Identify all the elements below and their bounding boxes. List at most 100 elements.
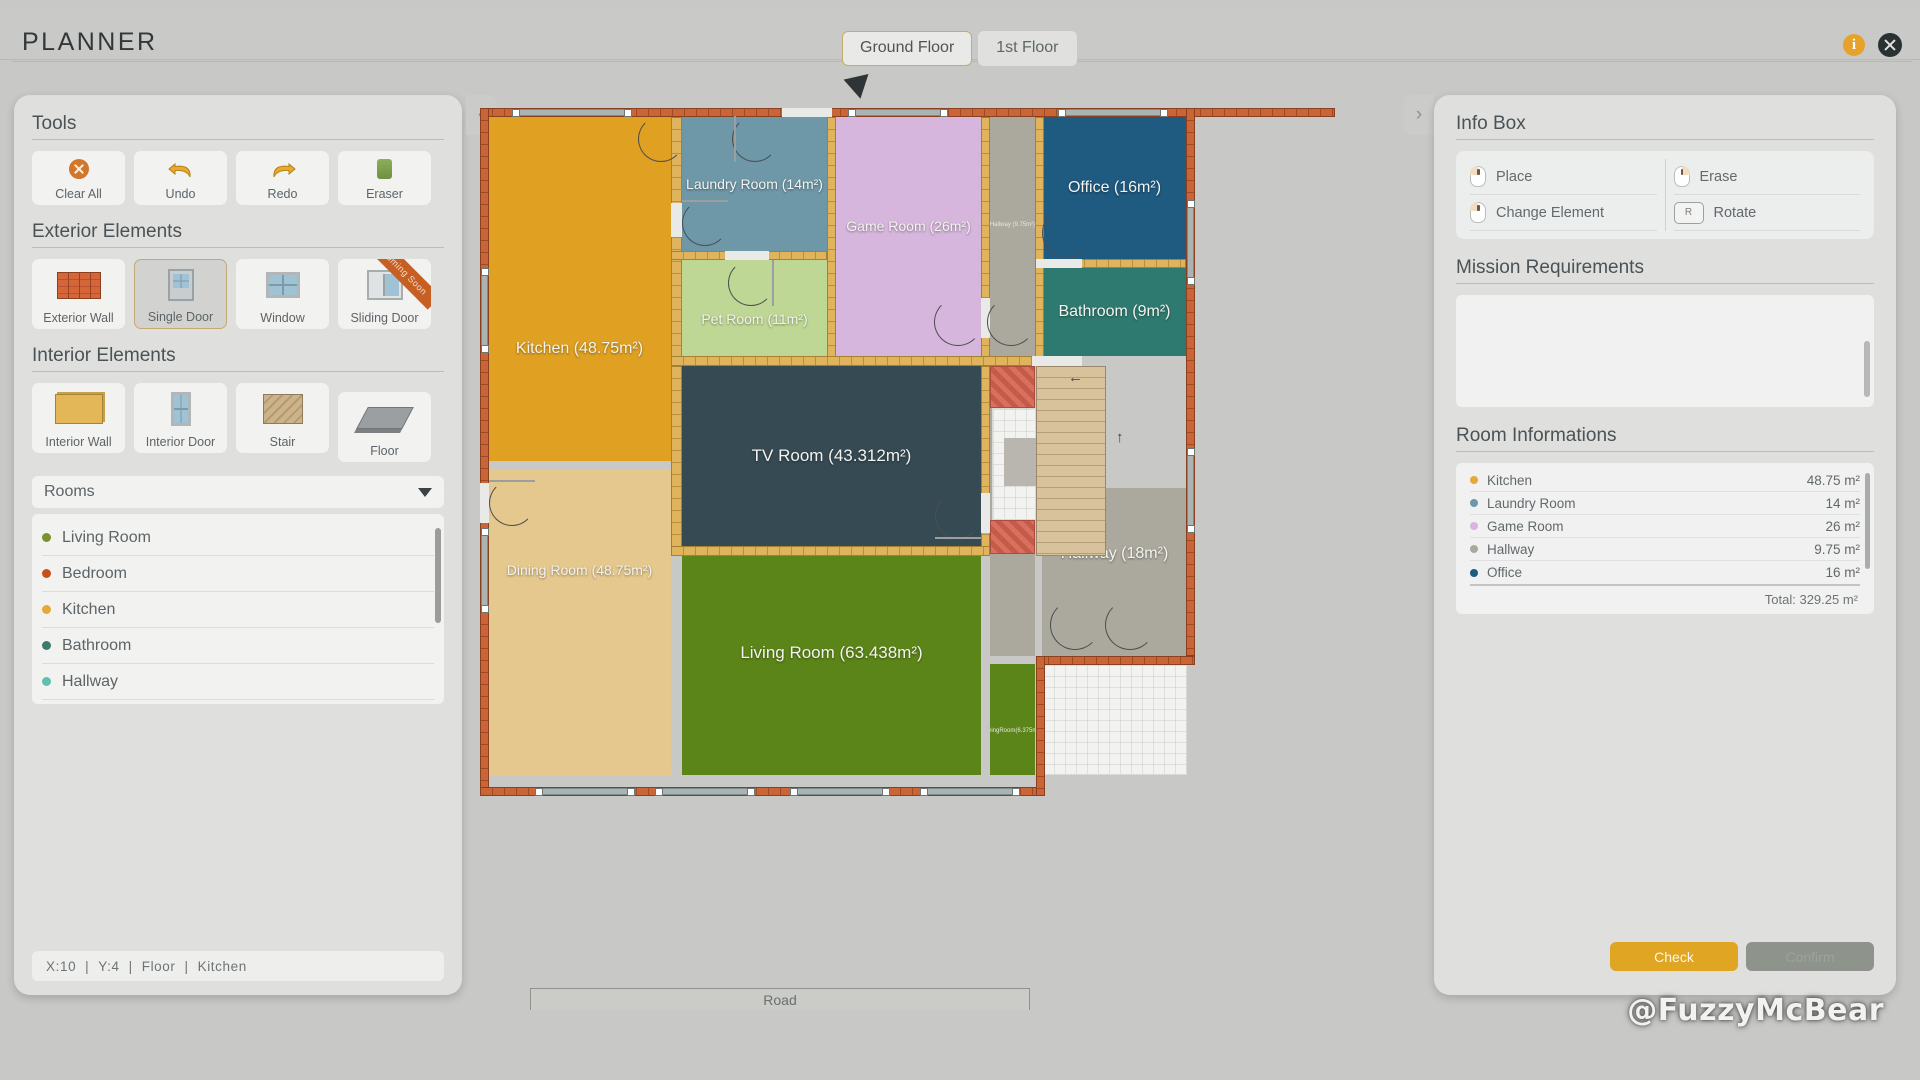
door-leaf-4	[935, 537, 981, 539]
floor-plan[interactable]: Kitchen (48.75m²) Laundry Room (14m²) Pe…	[480, 108, 1335, 796]
table-row: Kitchen 48.75 m²	[1470, 469, 1860, 492]
room-bathroom[interactable]: Bathroom (9m²)	[1042, 268, 1187, 356]
room-label-office: Office (16m²)	[1067, 178, 1162, 196]
window-bottom-1[interactable]	[535, 788, 635, 796]
door-swing-1	[732, 116, 778, 162]
interior-door-button[interactable]: Interior Door	[134, 383, 227, 453]
single-door-button[interactable]: Single Door	[134, 259, 227, 329]
interior-wall-6[interactable]	[671, 356, 1044, 366]
interior-wall-10[interactable]	[671, 546, 990, 556]
planner-app: PLANNER Ground Floor 1st Floor i Tools C…	[0, 0, 1920, 1080]
rooms-list: Living Room Bedroom Kitchen Bathroom Hal…	[32, 514, 444, 704]
list-item[interactable]: Bedroom	[42, 556, 434, 592]
tab-1st-floor[interactable]: 1st Floor	[978, 31, 1077, 66]
window-bottom-2[interactable]	[655, 788, 755, 796]
room-color-dot	[1470, 476, 1478, 484]
floor-plan-canvas[interactable]: Kitchen (48.75m²) Laundry Room (14m²) Pe…	[480, 70, 1410, 1010]
exterior-wall-inner-right[interactable]	[1036, 656, 1045, 796]
stairs[interactable]	[1036, 366, 1106, 556]
interior-wall-button[interactable]: Interior Wall	[32, 383, 125, 453]
check-button[interactable]: Check	[1610, 942, 1738, 971]
doorway-tv-hallway[interactable]	[981, 493, 990, 533]
room-color-dot	[42, 677, 51, 686]
info-icon[interactable]: i	[1843, 34, 1865, 56]
window-top-2[interactable]	[848, 109, 948, 117]
room-living-side[interactable]: LivingRoom(6.375m²)	[990, 664, 1035, 775]
exterior-wall-bottom-right[interactable]	[1036, 656, 1195, 665]
window-button[interactable]: Window	[236, 259, 329, 329]
action-buttons: Check Confirm	[1610, 942, 1874, 971]
table-row: Laundry Room 14 m²	[1470, 492, 1860, 515]
window-top-3[interactable]	[1058, 109, 1168, 117]
doorway-laundry-pet[interactable]	[725, 251, 769, 260]
room-color-dot	[42, 569, 51, 578]
list-item-label: Living Room	[62, 528, 151, 546]
status-sep: |	[85, 958, 90, 974]
interior-wall-8[interactable]	[671, 366, 682, 556]
info-panel: Info Box Place Change Element Erase R Ro…	[1434, 95, 1896, 995]
exterior-wall-left[interactable]	[480, 108, 489, 796]
key-r-icon: R	[1673, 201, 1704, 224]
room-kitchen[interactable]: Kitchen (48.75m²)	[488, 116, 671, 461]
list-item[interactable]: Living Room	[42, 520, 434, 556]
window-left-1[interactable]	[481, 268, 489, 353]
room-color-dot	[42, 641, 51, 650]
rooms-dropdown[interactable]: Rooms	[32, 476, 444, 508]
eraser-label: Eraser	[366, 187, 403, 201]
doorway-kitchen-laundry[interactable]	[671, 203, 682, 237]
floor-label: Floor	[370, 444, 399, 458]
info-erase-row: Erase	[1673, 159, 1860, 195]
window-left-2[interactable]	[481, 528, 489, 613]
window-bottom-4[interactable]	[920, 788, 1020, 796]
doorway-top-1[interactable]	[782, 108, 832, 117]
list-item[interactable]: Bathroom	[42, 628, 434, 664]
exterior-heading: Exterior Elements	[32, 221, 182, 242]
eraser-button[interactable]: Eraser	[338, 151, 431, 205]
room-color-dot	[1470, 522, 1478, 530]
clear-all-button[interactable]: Clear All	[32, 151, 125, 205]
outdoor-tiled-area[interactable]	[1042, 664, 1187, 775]
interior-wall-label: Interior Wall	[45, 435, 112, 449]
list-item[interactable]: Hallway	[42, 664, 434, 700]
doorway-dining-outside[interactable]	[480, 483, 489, 523]
list-item[interactable]: Kitchen	[42, 592, 434, 628]
exterior-wall-button[interactable]: Exterior Wall	[32, 259, 125, 329]
window-right-1[interactable]	[1187, 200, 1195, 285]
room-informations-scrollbar[interactable]	[1865, 473, 1870, 569]
sliding-door-label: Sliding Door	[350, 311, 419, 325]
doorway-office-bathroom[interactable]	[1036, 259, 1082, 268]
redo-button[interactable]: Redo	[236, 151, 329, 205]
doorway-hallway-stairs[interactable]	[1032, 356, 1082, 366]
sliding-door-button[interactable]: Sliding Door Coming Soon	[338, 259, 431, 329]
blocked-zone-top	[990, 366, 1035, 408]
window-bottom-3[interactable]	[790, 788, 890, 796]
mission-scrollbar[interactable]	[1864, 341, 1870, 397]
list-item[interactable]: Office	[42, 700, 434, 704]
cursor-x-value: X:10	[46, 958, 77, 974]
close-icon[interactable]	[1878, 33, 1902, 57]
exterior-wall-right[interactable]	[1186, 108, 1195, 656]
window-top-1[interactable]	[512, 109, 632, 117]
room-label-game: Game Room (26m²)	[846, 218, 971, 234]
door-swing-11	[1105, 600, 1155, 650]
floor-button[interactable]: Floor	[338, 392, 431, 462]
stair-button[interactable]: Stair	[236, 383, 329, 453]
single-door-icon	[167, 260, 194, 310]
window-right-2[interactable]	[1187, 448, 1195, 533]
undo-button[interactable]: Undo	[134, 151, 227, 205]
status-bar: X:10 | Y:4 | Floor | Kitchen	[32, 951, 444, 981]
road-label: Road	[763, 992, 797, 1008]
interior-divider	[32, 371, 444, 372]
tab-ground-floor[interactable]: Ground Floor	[842, 31, 973, 66]
room-name-cell: Office	[1487, 565, 1523, 580]
info-box-right-column: Erase R Rotate	[1664, 159, 1869, 231]
mission-divider	[1456, 283, 1874, 284]
cursor-y-value: Y:4	[98, 958, 120, 974]
room-color-dot	[1470, 568, 1478, 577]
interior-wall-3[interactable]	[827, 117, 836, 357]
undo-label: Undo	[165, 187, 196, 201]
rooms-list-scrollbar[interactable]	[435, 528, 441, 623]
room-living[interactable]: Living Room (63.438m²)	[682, 556, 981, 775]
door-leaf-3	[772, 260, 774, 306]
table-row: Hallway 9.75 m²	[1470, 538, 1860, 561]
